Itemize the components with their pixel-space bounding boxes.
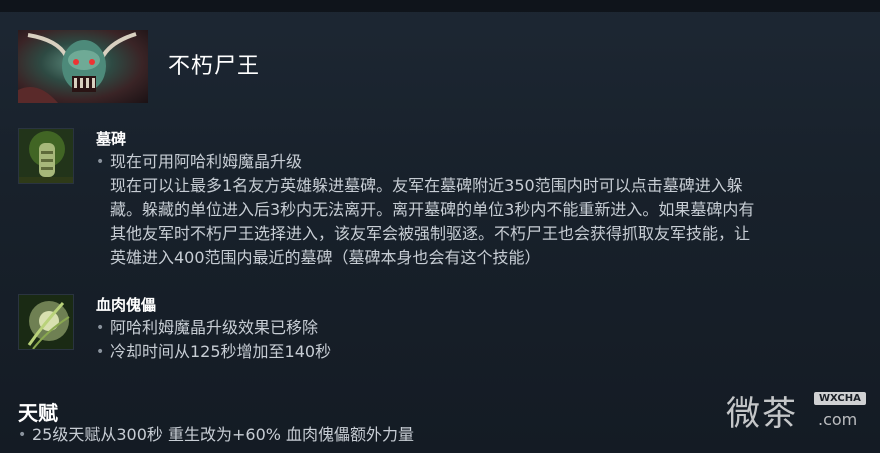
list-item: 现在可用阿哈利姆魔晶升级 现在可以让最多1名友方英雄躲进墓碑。友军在墓碑附近35… bbox=[96, 150, 876, 270]
watermark-logo: 微茶 WXCHA .com bbox=[726, 386, 876, 436]
hero-header: 不朽尸王 bbox=[18, 30, 618, 104]
list-item: 25级天赋从300秒 重生改为+60% 血肉傀儡额外力量 bbox=[18, 424, 414, 446]
detail-line: 英雄进入400范围内最近的墓碑（墓碑本身也会有这个技能） bbox=[110, 248, 541, 267]
watermark-domain: .com bbox=[818, 410, 858, 429]
watermark-text: 微茶 bbox=[726, 394, 798, 434]
talent-changes: 25级天赋从300秒 重生改为+60% 血肉傀儡额外力量 bbox=[18, 424, 414, 446]
detail-line: 藏。躲藏的单位进入后3秒内无法离开。离开墓碑的单位3秒内不能重新进入。如果墓碑内… bbox=[110, 200, 755, 219]
change-text: 现在可用阿哈利姆魔晶升级 bbox=[110, 152, 303, 171]
ability-flesh-golem: 血肉傀儡 阿哈利姆魔晶升级效果已移除 冷却时间从125秒增加至140秒 bbox=[18, 294, 878, 374]
ability-name-flesh-golem: 血肉傀儡 bbox=[96, 296, 157, 314]
detail-line: 现在可以让最多1名友方英雄躲进墓碑。友军在墓碑附近350范围内时可以点击墓碑进入… bbox=[110, 176, 743, 195]
hero-name: 不朽尸王 bbox=[168, 54, 261, 79]
ability-changes-flesh-golem: 阿哈利姆魔晶升级效果已移除 冷却时间从125秒增加至140秒 bbox=[96, 316, 876, 364]
ability-changes-tombstone: 现在可用阿哈利姆魔晶升级 现在可以让最多1名友方英雄躲进墓碑。友军在墓碑附近35… bbox=[96, 150, 876, 270]
talents-heading: 天赋 bbox=[18, 401, 58, 425]
tombstone-icon bbox=[18, 128, 74, 184]
flesh-golem-icon bbox=[18, 294, 74, 350]
detail-line: 其他友军时不朽尸王选择进入，该友军会被强制驱逐。不朽尸王也会获得抓取友军技能，让 bbox=[110, 224, 751, 243]
top-shade-bar bbox=[0, 0, 880, 12]
undying-portrait-icon bbox=[18, 30, 148, 103]
list-item: 阿哈利姆魔晶升级效果已移除 bbox=[96, 316, 876, 340]
watermark-badge: WXCHA bbox=[814, 392, 866, 405]
list-item: 冷却时间从125秒增加至140秒 bbox=[96, 340, 876, 364]
ability-tombstone: 墓碑 现在可用阿哈利姆魔晶升级 现在可以让最多1名友方英雄躲进墓碑。友军在墓碑附… bbox=[18, 128, 878, 278]
ability-name-tombstone: 墓碑 bbox=[96, 130, 127, 148]
